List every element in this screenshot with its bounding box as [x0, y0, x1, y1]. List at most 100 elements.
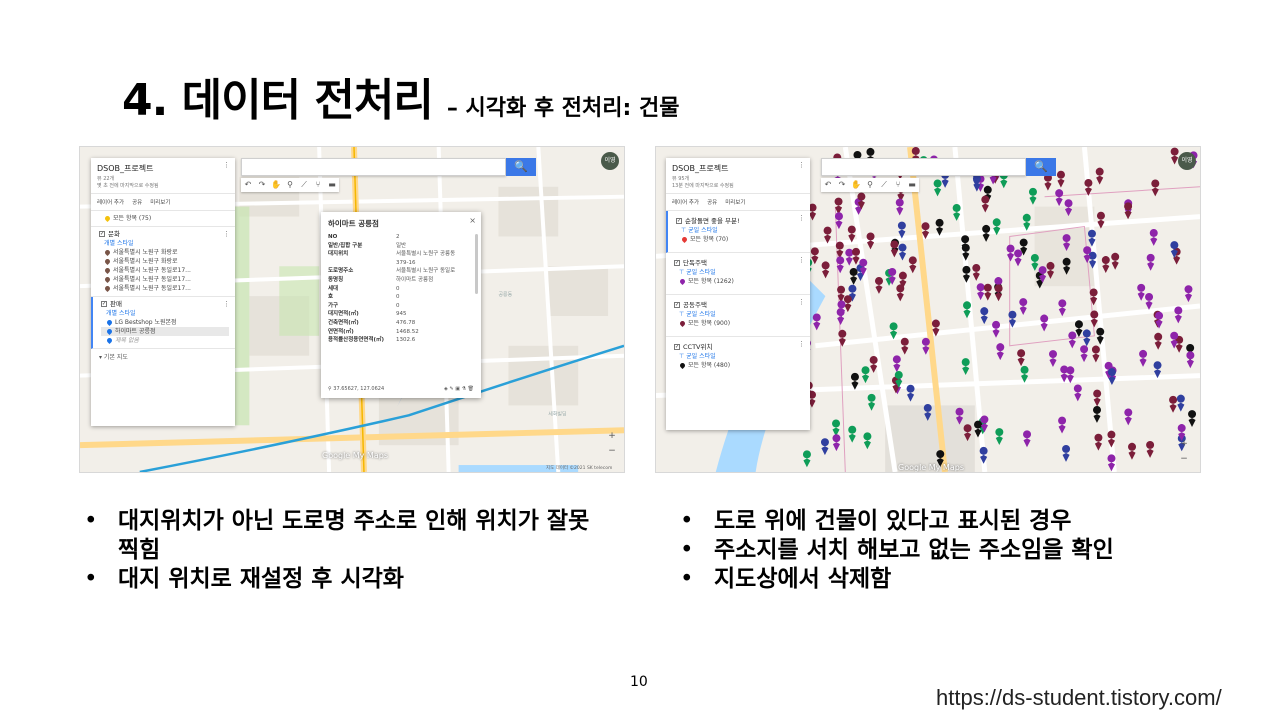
right-layer-style-detached[interactable]: 균일 스타일	[686, 269, 716, 276]
right-add-layer-button[interactable]: 레이어 추가	[672, 198, 699, 206]
left-search-button[interactable]: 🔍	[506, 158, 536, 176]
edit-icon[interactable]: ✎	[449, 386, 453, 392]
undo-icon[interactable]: ↶	[241, 178, 255, 192]
list-item[interactable]: 서울특별시 노원구 동일로17...	[113, 267, 191, 274]
right-map-screenshot: 🔍 ↶ ↷ ✋ ⚲ ⟋ ⑂ ▬ 이영 DSOB_프로젝트 뷰 95개 13분 전에 마지막으…	[655, 146, 1201, 473]
list-item[interactable]: 서울특별시 노원구 화랑로	[113, 249, 178, 256]
right-layer-style-cctv[interactable]: 균일 스타일	[686, 353, 716, 360]
right-search-input[interactable]	[821, 158, 1026, 176]
layer-checkbox[interactable]: ✓	[674, 260, 680, 266]
redo-icon[interactable]: ↷	[835, 178, 849, 192]
brown-pin-icon	[103, 284, 112, 293]
red-pin-icon	[680, 235, 689, 244]
popup-scrollbar[interactable]	[475, 234, 478, 294]
list-item[interactable]: 모든 항목 (1262)	[688, 278, 734, 285]
list-item[interactable]: 모든 항목 (480)	[688, 362, 730, 369]
left-layer-menu-icon[interactable]: ⋮	[223, 230, 230, 238]
layer-checkbox[interactable]: ✓	[674, 302, 680, 308]
right-layer-name-patrol[interactable]: 순찰돌면 좋을 부분!	[685, 217, 740, 225]
popup-value: 2	[396, 234, 400, 240]
close-icon[interactable]: ×	[469, 216, 476, 225]
left-base-map-toggle[interactable]: 기본 지도	[104, 354, 128, 361]
left-layer-menu-icon[interactable]: ⋮	[223, 300, 230, 308]
right-layer-name-apartment[interactable]: 공동주택	[683, 301, 707, 309]
popup-key: 건축면적(㎡)	[328, 319, 359, 326]
camera-icon[interactable]: ▣	[455, 386, 460, 392]
list-item-selected[interactable]: 하이마트 공릉점	[115, 328, 156, 335]
footer-url[interactable]: https://ds-student.tistory.com/	[936, 685, 1222, 711]
right-avatar[interactable]: 이영	[1178, 152, 1196, 170]
left-google-logo: Google My Maps	[322, 451, 388, 460]
delete-icon[interactable]: 🗑	[468, 386, 474, 392]
layer-checkbox[interactable]: ✓	[676, 218, 682, 224]
right-search-button[interactable]: 🔍	[1026, 158, 1056, 176]
ruler-icon[interactable]: ▬	[905, 178, 919, 192]
list-item[interactable]: 서울특별시 노원구 화랑로	[113, 258, 178, 265]
route-icon[interactable]: ⑂	[891, 178, 905, 192]
black-pin-icon	[678, 361, 687, 370]
brown-pin-icon	[103, 275, 112, 284]
list-item[interactable]: 모든 항목 (900)	[688, 320, 730, 327]
left-project-meta1: 뷰 22개	[97, 176, 115, 182]
list-item[interactable]: LG Bestshop 노원본점	[115, 319, 177, 326]
right-layer-menu-icon[interactable]: ⋮	[798, 298, 805, 306]
right-layer-name-cctv[interactable]: CCTV위치	[683, 343, 712, 351]
popup-value: 0	[396, 294, 400, 301]
left-add-layer-button[interactable]: 레이어 추가	[97, 198, 124, 206]
popup-key: 대지면적(㎡)	[328, 311, 359, 318]
right-layer-style-apartment[interactable]: 균일 스타일	[686, 311, 716, 318]
right-share-button[interactable]: 공유	[707, 198, 717, 206]
right-preview-button[interactable]: 미리보기	[725, 198, 745, 206]
paint-bucket-icon[interactable]: ◈	[444, 386, 448, 392]
left-project-meta2: 몇 초 전에 마지막으로 수정됨	[97, 183, 159, 189]
line-icon[interactable]: ⟋	[297, 178, 311, 192]
marker-icon[interactable]: ⚲	[863, 178, 877, 192]
right-layer-panel: DSOB_프로젝트 뷰 95개 13분 전에 마지막으로 수정됨 ⋮ 레이어 추…	[666, 158, 810, 430]
right-google-logo: Google My Maps	[898, 463, 964, 472]
hand-icon[interactable]: ✋	[849, 178, 863, 192]
right-project-menu-icon[interactable]: ⋮	[798, 161, 805, 169]
layer-checkbox[interactable]: ✓	[101, 301, 107, 307]
undo-icon[interactable]: ↶	[821, 178, 835, 192]
filter-icon[interactable]: ⚗	[462, 386, 466, 392]
ruler-icon[interactable]: ▬	[325, 178, 339, 192]
left-layer-name-culture[interactable]: 문화	[108, 230, 120, 238]
right-layer-menu-icon[interactable]: ⋮	[798, 256, 805, 264]
marker-icon[interactable]: ⚲	[283, 178, 297, 192]
left-zoom-in-button[interactable]: +	[607, 430, 617, 442]
popup-key: 세대	[328, 285, 339, 292]
right-zoom-in-button[interactable]: +	[1179, 438, 1189, 450]
right-layer-menu-icon[interactable]: ⋮	[798, 340, 805, 348]
route-icon[interactable]: ⑂	[311, 178, 325, 192]
left-layer-name-sales[interactable]: 판매	[110, 300, 122, 308]
left-top-layer-item[interactable]: 모든 항목 (75)	[113, 215, 151, 222]
left-avatar[interactable]: 이영	[601, 152, 619, 170]
right-project-title[interactable]: DSOB_프로젝트	[672, 163, 804, 174]
left-layer-style-sales[interactable]: 개별 스타일	[101, 309, 229, 318]
popup-key	[328, 259, 396, 268]
right-layer-name-detached[interactable]: 단독주택	[683, 259, 707, 267]
list-item[interactable]: 모든 항목 (70)	[690, 236, 728, 243]
hand-icon[interactable]: ✋	[269, 178, 283, 192]
right-layer-menu-icon[interactable]: ⋮	[798, 214, 805, 222]
left-project-title[interactable]: DSOB_프로젝트	[97, 163, 229, 174]
right-project-meta1: 뷰 95개	[672, 176, 690, 182]
list-item[interactable]: 서울특별시 노원구 동일로17...	[113, 276, 191, 283]
layer-checkbox[interactable]: ✓	[674, 344, 680, 350]
right-zoom-out-button[interactable]: −	[1179, 453, 1189, 465]
left-layer-style-culture[interactable]: 개별 스타일	[99, 239, 229, 248]
list-item[interactable]: 서울특별시 노원구 동일로17...	[113, 285, 191, 292]
layer-checkbox[interactable]: ✓	[99, 231, 105, 237]
redo-icon[interactable]: ↷	[255, 178, 269, 192]
brown-pin-icon	[103, 257, 112, 266]
left-preview-button[interactable]: 미리보기	[150, 198, 170, 206]
left-project-menu-icon[interactable]: ⋮	[223, 161, 230, 169]
line-icon[interactable]: ⟋	[877, 178, 891, 192]
list-item[interactable]: 제목 없음	[115, 337, 139, 344]
left-zoom-out-button[interactable]: −	[607, 445, 617, 457]
right-layer-style-patrol[interactable]: 균일 스타일	[688, 227, 718, 234]
blue-pin-icon	[105, 327, 114, 336]
left-share-button[interactable]: 공유	[132, 198, 142, 206]
left-search-input[interactable]	[241, 158, 506, 176]
popup-value: 서울특별시 노원구 공릉동	[396, 251, 456, 258]
